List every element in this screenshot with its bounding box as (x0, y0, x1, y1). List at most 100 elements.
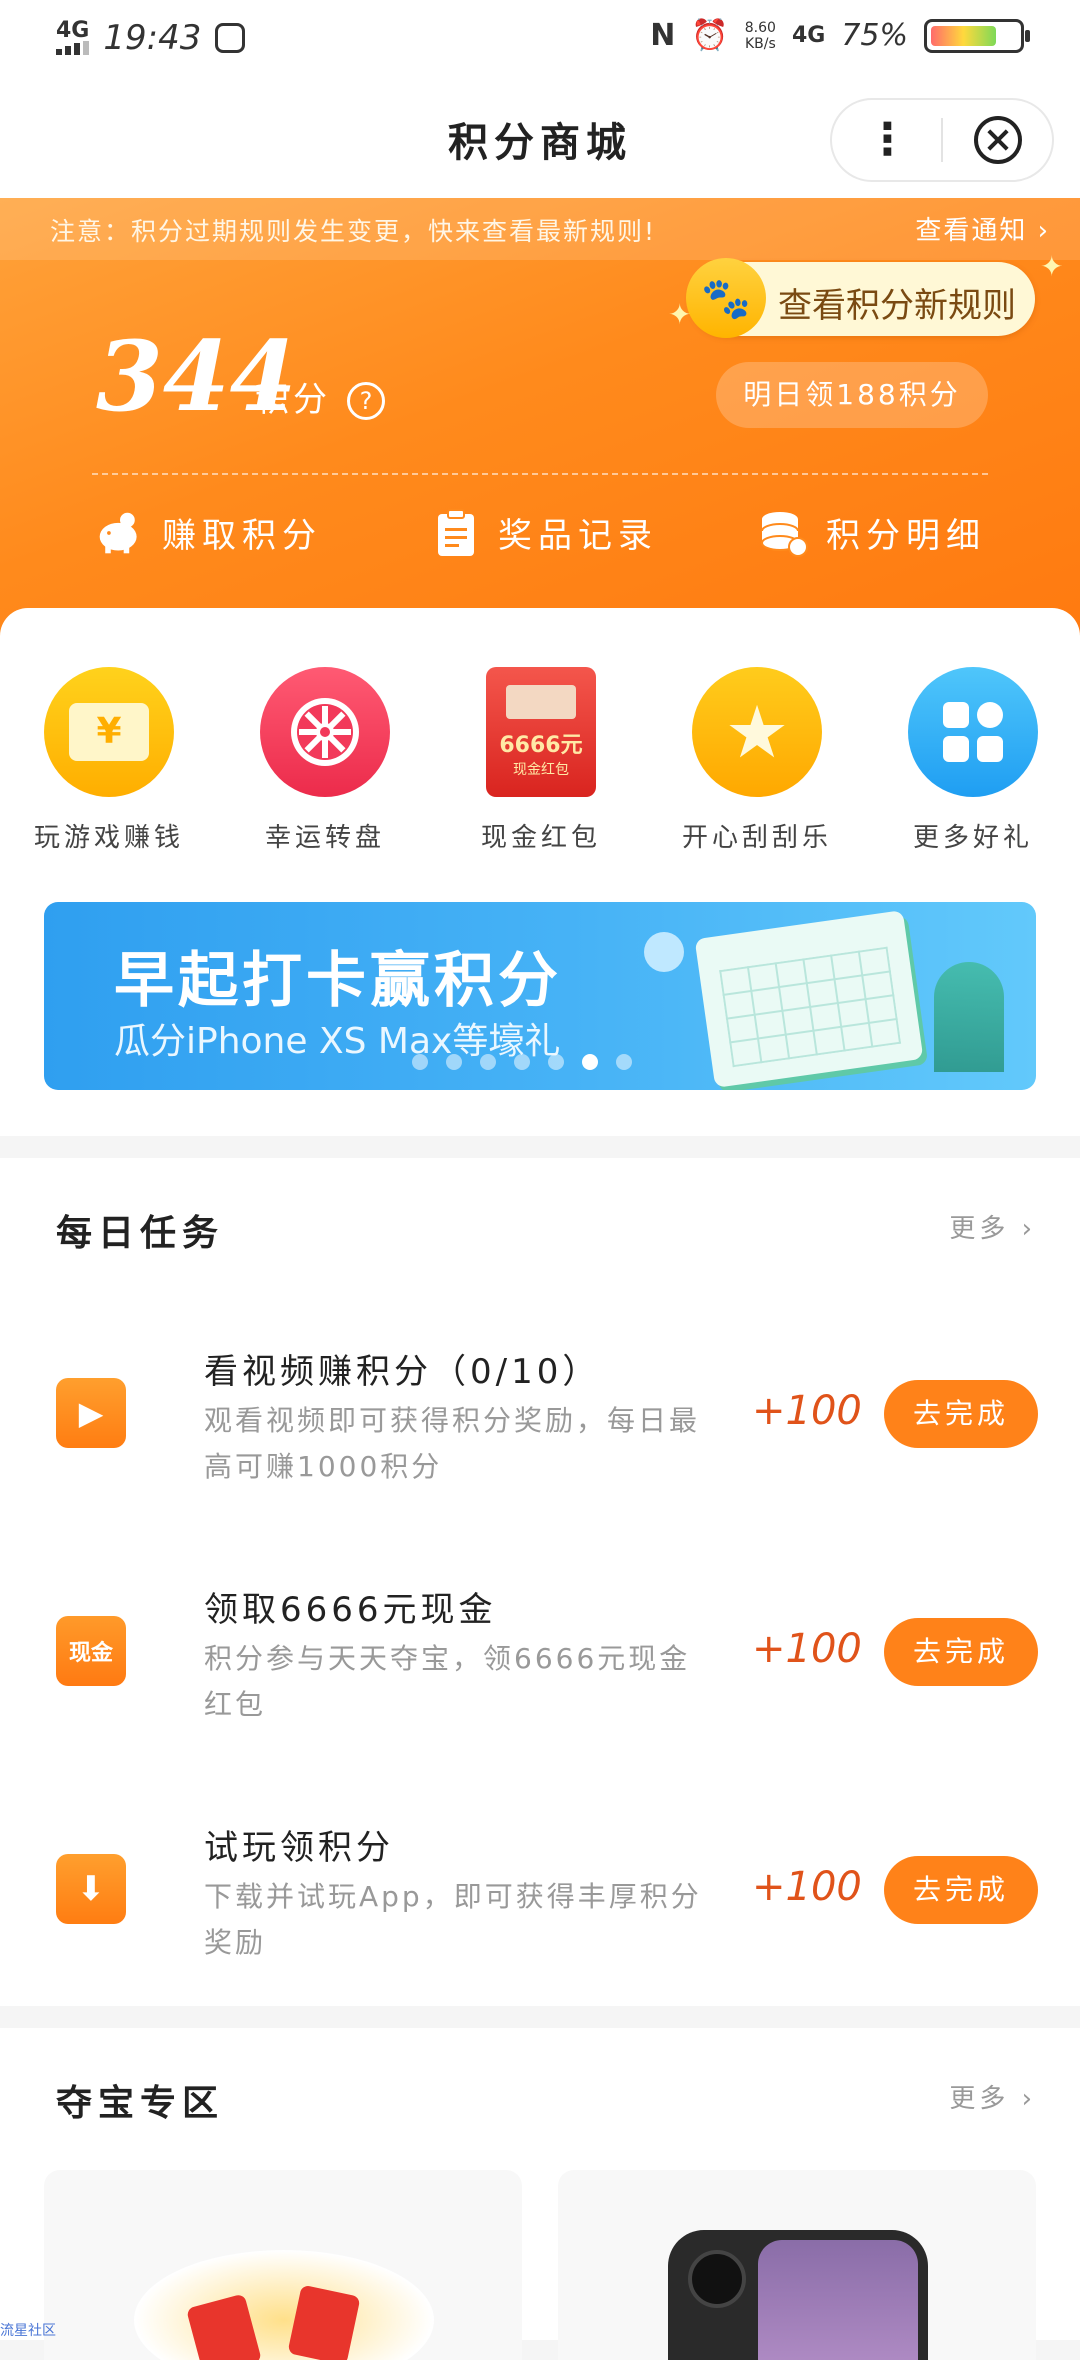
task-title: 试玩领积分 (204, 1828, 394, 1868)
status-right: N ⏰ 8.60 KB/s 4G 75% (650, 18, 1030, 53)
envelope-amount: 6666元 (499, 733, 583, 758)
net-speed-unit: KB/s (744, 35, 776, 52)
new-rules-label: 查看积分新规则 (778, 286, 1016, 326)
nfc-icon: N (650, 18, 676, 53)
task-points: +100 (752, 1864, 862, 1910)
clipboard-icon (432, 508, 480, 557)
status-left: 4G 19:43 (56, 18, 246, 58)
prize-records-label: 奖品记录 (498, 516, 658, 556)
plant-icon (934, 962, 1004, 1072)
view-notice-link[interactable]: 查看通知 › (915, 210, 1050, 247)
more-options-button[interactable]: ⋮ (832, 118, 941, 162)
task-go-button[interactable]: 去完成 (884, 1856, 1038, 1924)
download-icon: ⬇ (56, 1854, 126, 1924)
grid-label: 幸运转盘 (264, 823, 385, 853)
download-glyph: ⬇ (76, 1869, 106, 1909)
task-points: +100 (752, 1388, 862, 1434)
grid-label: 开心刮刮乐 (681, 823, 832, 853)
wallet-glyph: ¥ (69, 703, 149, 761)
pagination-dot-active[interactable] (582, 1054, 598, 1070)
coins-icon (760, 509, 808, 557)
pagination-dot[interactable] (616, 1054, 632, 1070)
video-glyph: ▶ (78, 1394, 104, 1432)
view-notice-label: 查看通知 (915, 216, 1028, 246)
star-glyph: ★ (724, 690, 790, 774)
wallet-icon: ¥ (44, 667, 174, 797)
calendar-illustration (694, 910, 924, 1088)
points-details-label: 积分明细 (826, 516, 986, 556)
grid-item-scratch-card[interactable]: ★ 开心刮刮乐 (647, 667, 867, 854)
grid-label: 现金红包 (480, 823, 601, 853)
task-points: +100 (752, 1626, 862, 1672)
chevron-right-icon: › (1037, 216, 1050, 246)
grid-item-cash-envelope[interactable]: 6666元 现金红包 现金红包 (431, 667, 651, 854)
points-details-button[interactable]: 积分明细 (760, 508, 986, 557)
chevron-right-icon: › (1021, 2084, 1036, 2114)
cash-icon: 现金 (56, 1616, 126, 1686)
clock: 19:43 (103, 18, 202, 58)
task-title: 看视频赚积分（0/10） (204, 1352, 601, 1392)
battery-icon (924, 18, 1030, 53)
points-unit: 积分 (255, 380, 331, 420)
sparkle-icon: ✦ (1040, 250, 1064, 283)
piggy-bank-icon (96, 509, 144, 557)
banknote-icon (506, 685, 576, 719)
mini-program-capsule: ⋮ (830, 98, 1054, 182)
task-description: 下载并试玩App，即可获得丰厚积分奖励 (204, 1880, 702, 1959)
star-icon: ★ (692, 667, 822, 797)
task-description: 积分参与天天夺宝，领6666元现金红包 (204, 1642, 691, 1721)
network-right: 4G (791, 23, 826, 48)
more-label: 更多 (949, 1214, 1010, 1244)
daily-tasks-title: 每日任务 (56, 1212, 225, 1254)
grid-item-more-gifts[interactable]: 更多好礼 (863, 667, 1080, 854)
pagination-dot[interactable] (446, 1054, 462, 1070)
sparkle-icon: ✦ (668, 298, 692, 331)
task-title: 领取6666元现金 (204, 1590, 497, 1630)
grid-item-play-games[interactable]: ¥ 玩游戏赚钱 (0, 667, 219, 854)
task-go-button[interactable]: 去完成 (884, 1618, 1038, 1686)
pagination-dot[interactable] (514, 1054, 530, 1070)
product-card-iphone[interactable] (558, 2170, 1036, 2360)
grid-item-lucky-wheel[interactable]: 幸运转盘 (215, 667, 435, 854)
pagination-dot[interactable] (412, 1054, 428, 1070)
tomorrow-points-button[interactable]: 明日领188积分 (716, 362, 988, 428)
treasure-more-link[interactable]: 更多 › (949, 2078, 1036, 2115)
app-notification-icon (215, 23, 246, 53)
prize-records-button[interactable]: 奖品记录 (432, 508, 658, 557)
close-icon (973, 116, 1022, 164)
network-type: 4G (56, 18, 90, 43)
network-indicator: 4G (56, 18, 90, 55)
earn-points-button[interactable]: 赚取积分 (96, 508, 322, 557)
more-label: 更多 (949, 2084, 1010, 2114)
pagination-dot[interactable] (480, 1054, 496, 1070)
chevron-right-icon: › (1021, 1214, 1036, 1244)
treasure-title: 夺宝专区 (56, 2082, 225, 2124)
divider (92, 473, 988, 475)
notice-text: 注意：积分过期规则发生变更，快来查看最新规则! (50, 217, 657, 246)
envelope-icon (287, 2284, 361, 2360)
task-description: 观看视频即可获得积分奖励，每日最高可赚1000积分 (204, 1404, 701, 1483)
paw-icon: 🐾 (686, 258, 766, 338)
more-icon: ⋮ (865, 114, 910, 165)
alarm-icon: ⏰ (691, 18, 729, 53)
camera-icon (688, 2250, 746, 2308)
phone-screen (758, 2240, 918, 2360)
daily-tasks-more-link[interactable]: 更多 › (949, 1208, 1036, 1245)
pagination-dot[interactable] (548, 1054, 564, 1070)
task-go-button[interactable]: 去完成 (884, 1380, 1038, 1448)
red-envelope-icon: 6666元 现金红包 (486, 667, 596, 797)
battery-fill (931, 25, 996, 46)
watermark: 流星社区 (0, 2323, 56, 2339)
wheel-icon (260, 667, 390, 797)
envelope-caption: 现金红包 (513, 762, 569, 778)
help-icon[interactable]: ? (347, 382, 385, 420)
banner-pagination (412, 1054, 632, 1070)
net-speed: 8.60 KB/s (745, 20, 776, 52)
net-speed-value: 8.60 (744, 19, 776, 36)
earn-points-label: 赚取积分 (162, 516, 322, 556)
product-card-red-envelopes[interactable] (44, 2170, 522, 2360)
signal-icon (56, 41, 89, 55)
red-envelopes-image (134, 2250, 434, 2360)
cash-glyph: 现金 (68, 1641, 113, 1666)
close-button[interactable] (943, 116, 1052, 164)
